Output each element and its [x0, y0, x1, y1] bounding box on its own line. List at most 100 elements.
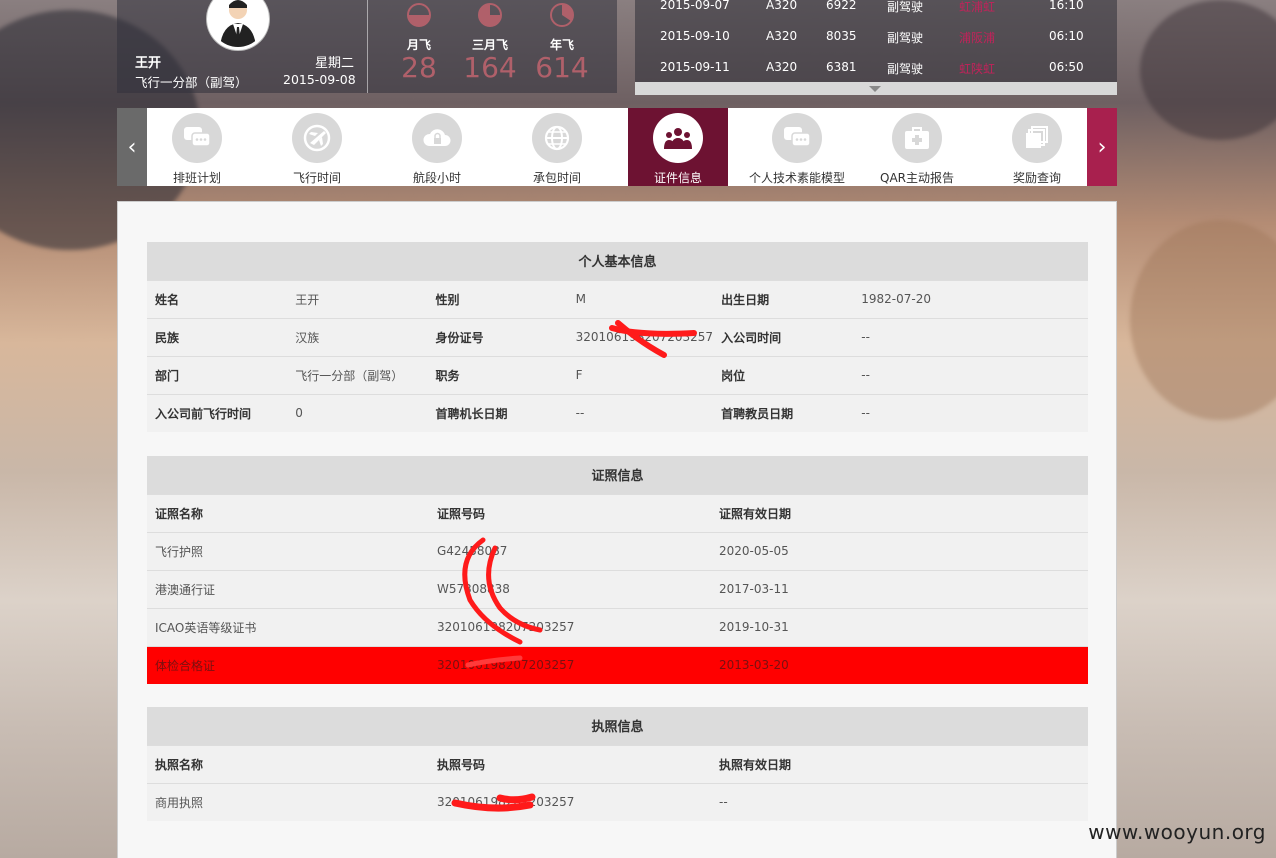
- field-value: --: [567, 393, 714, 432]
- table-row: 入公司前飞行时间 0 首聘机长日期 -- 首聘教员日期 --: [147, 393, 1088, 432]
- cloud-lock-icon: [412, 113, 462, 163]
- nav-item-contract-time[interactable]: 承包时间: [507, 108, 607, 186]
- cert-number: 320106198207203257: [429, 645, 711, 684]
- chat-icon: [772, 113, 822, 163]
- nav-item-schedule-plan[interactable]: 排班计划: [147, 108, 247, 186]
- table-row: 民族 汉族 身份证号 320106198207203257 入公司时间 --: [147, 317, 1088, 356]
- feature-nav: ‹ 排班计划 飞行时间 航段小时 承包时间 证件信息 个人技术素能模型 QAR主…: [117, 108, 1117, 186]
- field-label: 姓名: [147, 279, 288, 318]
- section-title: 执照信息: [147, 707, 1088, 745]
- cert-number: G42458087: [429, 531, 711, 570]
- section-title: 个人基本信息: [147, 242, 1088, 280]
- licenses-table: 执照信息 执照名称 执照号码 执照有效日期 商用执照 3201061982072…: [147, 707, 1088, 821]
- schedule-row[interactable]: 2015-09-07 A320 6922 副驾驶 虹浦虹 16:10: [635, 0, 1117, 29]
- field-value: --: [853, 393, 1088, 432]
- schedule-flight: 6922: [826, 0, 857, 12]
- field-value: M: [567, 279, 714, 318]
- table-row-expired: 体检合格证 320106198207203257 2013-03-20: [147, 645, 1088, 684]
- nav-item-reward-query[interactable]: 奖励查询: [987, 108, 1087, 186]
- cert-expiry: 2020-05-05: [711, 531, 1088, 570]
- cert-expiry: 2013-03-20: [711, 645, 1088, 684]
- profile-panel: 王开 飞行一分部（副驾） 星期二 2015-09-08 月飞 28 三月飞 16…: [117, 0, 617, 93]
- medkit-icon: [892, 113, 942, 163]
- field-label: 民族: [147, 317, 288, 356]
- column-header: 证照号码: [429, 493, 711, 532]
- globe-icon: [532, 113, 582, 163]
- field-value: F: [567, 355, 714, 394]
- nav-next-button[interactable]: ›: [1087, 108, 1117, 186]
- nav-label: QAR主动报告: [880, 171, 954, 185]
- stat-yearly: 年飞 614: [527, 0, 597, 83]
- pie-chart-icon: [407, 3, 431, 27]
- field-label: 出生日期: [713, 279, 854, 318]
- nav-item-flight-time[interactable]: 飞行时间: [267, 108, 367, 186]
- section-title: 证照信息: [147, 456, 1088, 494]
- cert-expiry: 2017-03-11: [711, 569, 1088, 608]
- schedule-panel: 2015-09-07 A320 6922 副驾驶 虹浦虹 16:10 2015-…: [635, 0, 1117, 95]
- nav-label: 飞行时间: [292, 171, 341, 185]
- schedule-expand-bar[interactable]: [635, 82, 1117, 95]
- profile-department: 飞行一分部（副驾）: [135, 75, 248, 90]
- cert-name: ICAO英语等级证书: [147, 607, 429, 646]
- column-header: 执照号码: [429, 744, 711, 783]
- field-label: 职务: [427, 355, 568, 394]
- field-value: 汉族: [287, 317, 428, 356]
- stack-icon: [1012, 113, 1062, 163]
- schedule-row[interactable]: 2015-09-10 A320 8035 副驾驶 浦阪浦 06:10: [635, 29, 1117, 60]
- watermark: www.wooyun.org: [1088, 820, 1266, 844]
- background-light: [1140, 0, 1276, 140]
- schedule-flight: 8035: [826, 29, 857, 43]
- nav-prev-button[interactable]: ‹: [117, 108, 147, 186]
- field-label: 岗位: [713, 355, 854, 394]
- chevron-right-icon: ›: [1097, 134, 1107, 160]
- schedule-date: 2015-09-11: [660, 60, 730, 74]
- field-label: 首聘机长日期: [427, 393, 568, 432]
- schedule-route: 虹陕虹: [959, 62, 996, 76]
- table-row: 商用执照 320106198207203257 --: [147, 782, 1088, 821]
- schedule-date: 2015-09-10: [660, 29, 730, 43]
- profile-weekday: 星期二: [315, 56, 355, 71]
- pie-chart-icon: [478, 3, 502, 27]
- field-value: --: [853, 317, 1088, 356]
- license-number: 320106198207203257: [429, 782, 711, 821]
- nav-item-certificate-info[interactable]: 证件信息: [628, 108, 728, 186]
- cert-number: 320106198207203257: [429, 607, 711, 646]
- cert-name: 飞行护照: [147, 531, 429, 570]
- nav-label: 证件信息: [653, 171, 702, 185]
- stat-value: 164: [463, 51, 517, 84]
- field-label: 身份证号: [427, 317, 568, 356]
- field-label: 入公司前飞行时间: [147, 393, 288, 432]
- people-icon: [653, 113, 703, 163]
- certificate-panel: 个人基本信息 姓名 王开 性别 M 出生日期 1982-07-20 民族 汉族 …: [117, 201, 1117, 858]
- schedule-time: 06:50: [1049, 60, 1084, 74]
- basic-info-table: 个人基本信息 姓名 王开 性别 M 出生日期 1982-07-20 民族 汉族 …: [147, 242, 1088, 432]
- column-header: 证照名称: [147, 493, 429, 532]
- field-label: 首聘教员日期: [713, 393, 854, 432]
- profile-date: 2015-09-08: [283, 72, 356, 87]
- field-label: 入公司时间: [713, 317, 854, 356]
- divider: [367, 0, 368, 93]
- background-light: [1130, 220, 1276, 420]
- nav-item-qar-report[interactable]: QAR主动报告: [867, 108, 967, 186]
- stat-three-month: 三月飞 164: [455, 0, 525, 83]
- table-row: ICAO英语等级证书 320106198207203257 2019-10-31: [147, 607, 1088, 646]
- column-header: 执照名称: [147, 744, 429, 783]
- field-value: 0: [287, 393, 428, 432]
- table-header-row: 执照名称 执照号码 执照有效日期: [147, 744, 1088, 783]
- schedule-role: 副驾驶: [887, 62, 924, 76]
- schedule-role: 副驾驶: [887, 0, 924, 14]
- cert-name: 港澳通行证: [147, 569, 429, 608]
- pilot-avatar-icon: [220, 0, 256, 47]
- cert-number: W57308838: [429, 569, 711, 608]
- nav-label: 个人技术素能模型: [748, 171, 845, 185]
- schedule-aircraft: A320: [766, 0, 798, 12]
- schedule-aircraft: A320: [766, 29, 798, 43]
- field-value: --: [853, 355, 1088, 394]
- nav-item-skill-model[interactable]: 个人技术素能模型: [747, 108, 847, 186]
- field-label: 部门: [147, 355, 288, 394]
- nav-item-segment-hours[interactable]: 航段小时: [387, 108, 487, 186]
- schedule-route: 虹浦虹: [959, 0, 996, 14]
- chat-icon: [172, 113, 222, 163]
- pie-chart-icon: [550, 3, 574, 27]
- field-value: 飞行一分部（副驾）: [287, 355, 428, 394]
